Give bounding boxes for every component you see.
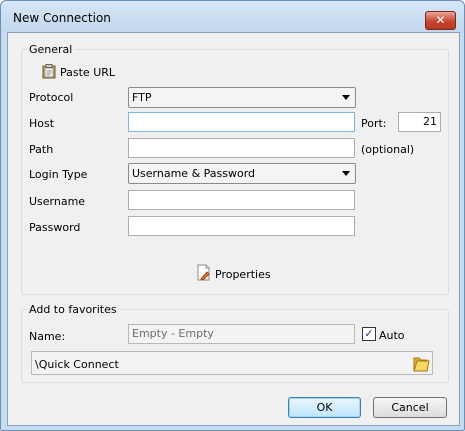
optional-hint: (optional) xyxy=(361,143,415,156)
protocol-select[interactable]: FTP xyxy=(128,87,356,108)
username-input[interactable] xyxy=(128,190,355,210)
host-label: Host xyxy=(29,117,55,130)
favorites-group-label: Add to favorites xyxy=(27,303,119,316)
port-label: Port: xyxy=(361,117,387,130)
new-connection-dialog: New Connection ✕ General Paste URL Proto… xyxy=(0,0,465,431)
properties-icon xyxy=(197,264,210,281)
clipboard-icon xyxy=(42,64,56,79)
auto-label: Auto xyxy=(379,329,405,342)
protocol-value: FTP xyxy=(132,91,152,104)
dialog-body: General Paste URL Protocol FTP Host Port… xyxy=(7,32,460,426)
cancel-button[interactable]: Cancel xyxy=(373,397,447,418)
folder-icon[interactable] xyxy=(413,355,430,372)
favorite-folder-path: \Quick Connect xyxy=(35,358,119,371)
dialog-title: New Connection xyxy=(13,11,111,25)
favorite-name-input[interactable]: Empty - Empty xyxy=(128,324,355,344)
login-type-select[interactable]: Username & Password xyxy=(128,163,356,184)
protocol-label: Protocol xyxy=(29,91,74,104)
login-type-label: Login Type xyxy=(29,168,88,181)
chevron-down-icon xyxy=(342,171,350,176)
close-button[interactable]: ✕ xyxy=(425,11,456,30)
password-label: Password xyxy=(29,221,81,234)
properties-label: Properties xyxy=(215,268,271,281)
title-bar[interactable]: New Connection ✕ xyxy=(1,1,464,33)
close-icon: ✕ xyxy=(435,13,446,27)
host-input[interactable] xyxy=(128,112,355,132)
path-input[interactable] xyxy=(128,138,355,158)
favorite-folder-field[interactable]: \Quick Connect xyxy=(31,351,433,375)
path-label: Path xyxy=(29,143,54,156)
password-input[interactable] xyxy=(128,216,355,236)
general-group-label: General xyxy=(27,43,75,56)
login-type-value: Username & Password xyxy=(132,167,256,180)
favorite-name-label: Name: xyxy=(29,330,66,343)
chevron-down-icon xyxy=(342,95,350,100)
port-input[interactable]: 21 xyxy=(398,112,441,132)
ok-button[interactable]: OK xyxy=(288,397,361,418)
checkmark-icon: ✓ xyxy=(362,327,376,341)
paste-url-label: Paste URL xyxy=(60,66,116,79)
username-label: Username xyxy=(29,195,86,208)
